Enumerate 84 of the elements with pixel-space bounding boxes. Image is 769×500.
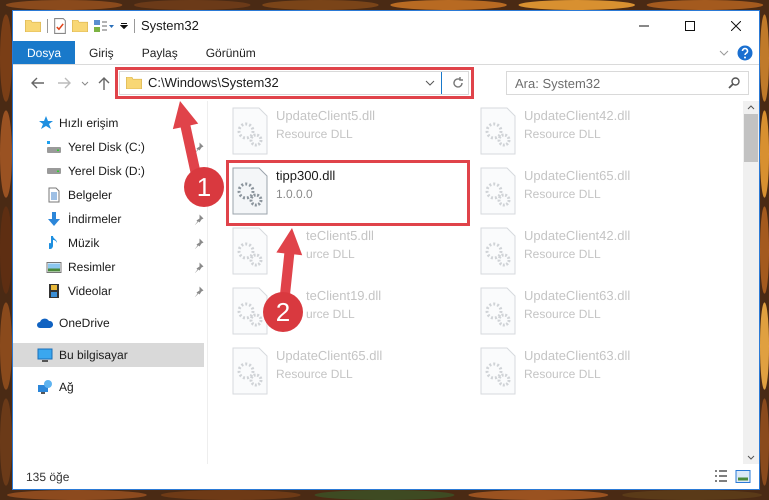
dll-file-icon bbox=[480, 287, 516, 335]
dll-file-icon bbox=[480, 227, 516, 275]
nav-item[interactable]: Yerel Disk (C:) bbox=[13, 135, 204, 159]
nav-item[interactable]: Ağ bbox=[13, 375, 74, 399]
picture-icon bbox=[46, 262, 62, 272]
nav-item[interactable]: Bu bilgisayar bbox=[13, 343, 204, 367]
arrow-left-icon bbox=[31, 77, 45, 89]
dll-file-icon bbox=[232, 227, 268, 275]
large-icons-view-icon bbox=[735, 470, 751, 483]
view-dropdown-icon bbox=[94, 20, 114, 32]
pin-icon bbox=[193, 238, 204, 248]
scroll-down-icon bbox=[747, 455, 755, 460]
search-icon bbox=[728, 77, 740, 89]
scroll-up-icon bbox=[747, 105, 755, 110]
chevron-down-icon bbox=[719, 50, 729, 56]
file-detail: Resource DLL bbox=[524, 366, 601, 383]
pin-icon bbox=[193, 142, 204, 152]
nav-item[interactable]: Resimler bbox=[13, 255, 204, 279]
dll-file-icon bbox=[480, 167, 516, 215]
nav-item[interactable]: Belgeler bbox=[13, 183, 112, 207]
chevron-down-icon bbox=[425, 80, 435, 86]
dll-file-icon bbox=[480, 347, 516, 395]
folder-icon bbox=[126, 77, 142, 89]
dll-file-icon bbox=[232, 287, 268, 335]
network-icon bbox=[37, 379, 53, 395]
file-name[interactable]: tipp300.dll bbox=[276, 167, 336, 185]
music-note-icon bbox=[49, 235, 59, 251]
ribbon-tab[interactable]: Dosya bbox=[13, 41, 76, 64]
arrow-right-icon bbox=[57, 77, 71, 89]
scrollbar[interactable] bbox=[743, 101, 759, 464]
download-arrow-icon bbox=[46, 211, 62, 227]
chevron-down-icon bbox=[81, 80, 89, 86]
monitor-icon bbox=[37, 347, 53, 363]
nav-item[interactable]: Müzik bbox=[13, 231, 204, 255]
arrow-up-icon bbox=[98, 76, 110, 90]
file-detail: urce DLL bbox=[306, 246, 355, 263]
file-detail: Resource DLL bbox=[524, 306, 601, 323]
ribbon-tab[interactable]: Giriş bbox=[75, 41, 128, 64]
item-count: 135 öğe bbox=[26, 468, 70, 486]
maximize-icon bbox=[685, 21, 695, 31]
file-detail: Resource DLL bbox=[524, 246, 601, 263]
pin-icon bbox=[193, 214, 204, 224]
minimize-icon bbox=[639, 25, 649, 27]
star-icon bbox=[37, 115, 53, 131]
caret-icon bbox=[120, 23, 128, 29]
dll-file-icon bbox=[480, 107, 516, 155]
scroll-thumb[interactable] bbox=[744, 114, 758, 162]
ribbon-tab[interactable]: Görünüm bbox=[192, 41, 270, 64]
properties-icon bbox=[54, 18, 66, 34]
file-detail: Resource DLL bbox=[276, 366, 353, 383]
film-icon bbox=[49, 283, 59, 299]
dll-file-icon bbox=[232, 347, 268, 395]
pin-icon bbox=[193, 286, 204, 296]
nav-item[interactable]: Yerel Disk (D:) bbox=[13, 159, 145, 183]
address-field[interactable]: C:\Windows\System32 bbox=[119, 71, 469, 95]
address-path: C:\Windows\System32 bbox=[148, 74, 279, 92]
nav-item[interactable]: İndirmeler bbox=[13, 207, 204, 231]
file-detail: Resource DLL bbox=[524, 126, 601, 143]
dll-file-icon bbox=[232, 107, 268, 155]
drive-icon bbox=[46, 141, 62, 153]
step-number: 1 bbox=[184, 167, 224, 207]
nav-item[interactable]: Hızlı erişim bbox=[13, 111, 118, 135]
search-field[interactable]: Ara: System32 bbox=[506, 71, 749, 95]
refresh-icon bbox=[452, 77, 464, 89]
file-detail: urce DLL bbox=[306, 306, 355, 323]
pin-icon bbox=[193, 262, 204, 272]
folder-icon bbox=[25, 20, 41, 32]
window-title: System32 bbox=[141, 17, 199, 36]
nav-item[interactable]: Videolar bbox=[13, 279, 204, 303]
ribbon-tab[interactable]: Paylaş bbox=[128, 41, 192, 64]
file-detail: Resource DLL bbox=[276, 126, 353, 143]
close-icon bbox=[731, 21, 741, 31]
help-icon bbox=[737, 44, 753, 60]
nav-item[interactable]: OneDrive bbox=[13, 311, 110, 335]
file-detail: 1.0.0.0 bbox=[276, 186, 313, 203]
folder-icon bbox=[72, 20, 88, 32]
file-detail: Resource DLL bbox=[524, 186, 601, 203]
dll-file-icon bbox=[232, 167, 268, 215]
drive-icon bbox=[46, 168, 62, 174]
cloud-icon bbox=[37, 318, 53, 328]
details-view-icon bbox=[713, 470, 729, 482]
annotation-arrow bbox=[276, 228, 302, 294]
document-icon bbox=[46, 187, 62, 203]
step-number: 2 bbox=[263, 292, 303, 332]
